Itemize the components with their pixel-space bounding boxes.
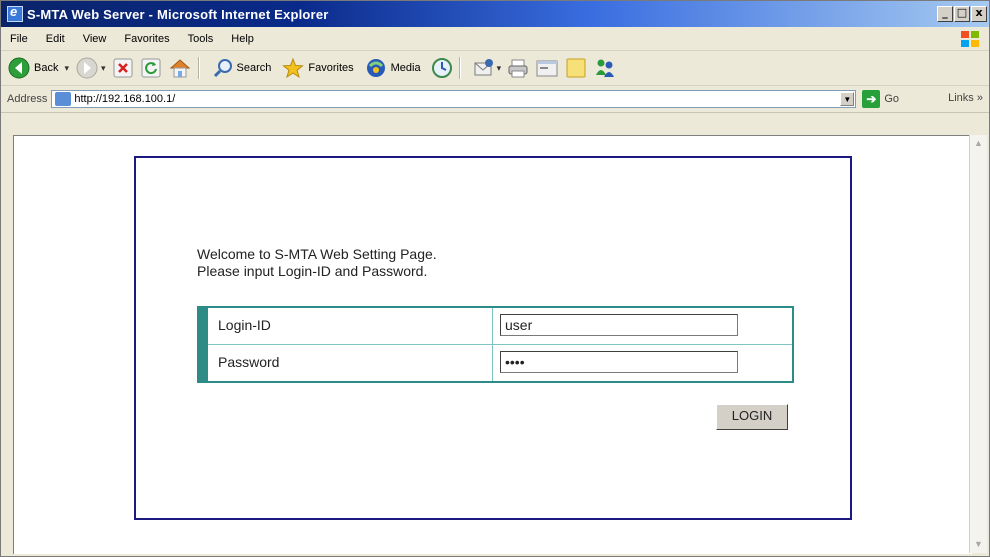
home-icon <box>169 59 190 78</box>
address-bar: Address http://192.168.100.1/ ▼ ➔ Go Lin… <box>1 86 989 113</box>
menu-bar: File Edit View Favorites Tools Help <box>1 28 989 51</box>
minimize-button[interactable]: _ <box>937 6 953 22</box>
forward-arrow-icon <box>76 57 98 79</box>
scroll-down-icon[interactable]: ▼ <box>970 536 987 553</box>
page-icon <box>55 92 72 106</box>
password-label: Password <box>218 354 280 370</box>
window-controls: _ □ x <box>937 6 987 22</box>
messenger-icon <box>596 59 615 77</box>
cell-divider <box>492 345 493 381</box>
welcome-line-1: Welcome to S-MTA Web Setting Page. <box>197 246 437 262</box>
edit-button[interactable] <box>535 57 559 79</box>
print-button[interactable] <box>507 57 529 79</box>
back-label: Back <box>34 62 59 74</box>
links-label: Links <box>948 92 974 104</box>
standard-toolbar: Back ▾ ▾ Search Favorites Media ▾ <box>1 51 989 86</box>
discuss-button[interactable] <box>565 57 587 79</box>
media-button[interactable]: Media <box>364 57 425 79</box>
password-input[interactable]: •••• <box>500 351 738 373</box>
go-arrow-icon: ➔ <box>862 90 881 108</box>
maximize-button[interactable]: □ <box>954 6 970 22</box>
browser-window: S-MTA Web Server - Microsoft Internet Ex… <box>0 0 990 557</box>
menu-tools[interactable]: Tools <box>179 33 223 45</box>
printer-icon <box>508 59 528 78</box>
menu-file[interactable]: File <box>1 33 37 45</box>
menu-help[interactable]: Help <box>222 33 263 45</box>
login-panel: Welcome to S-MTA Web Setting Page. Pleas… <box>134 156 852 520</box>
back-arrow-icon <box>8 57 30 79</box>
history-button[interactable] <box>431 57 453 79</box>
favorites-button[interactable]: Favorites <box>281 57 357 79</box>
toolbar-divider <box>458 57 461 79</box>
star-icon <box>282 57 305 79</box>
title-bar: S-MTA Web Server - Microsoft Internet Ex… <box>1 1 989 27</box>
mail-icon <box>474 59 493 76</box>
note-icon <box>566 58 586 78</box>
scroll-up-icon[interactable]: ▲ <box>970 135 987 152</box>
cell-divider <box>492 308 493 344</box>
media-label: Media <box>390 62 421 74</box>
mail-button[interactable]: ▾ <box>473 57 502 79</box>
go-label: Go <box>884 93 900 105</box>
vertical-scrollbar[interactable]: ▲ ▼ <box>969 135 987 553</box>
address-dropdown-icon[interactable]: ▼ <box>840 92 855 106</box>
forward-button[interactable]: ▾ <box>75 56 106 80</box>
chevron-down-icon[interactable]: ▾ <box>101 63 106 74</box>
refresh-button[interactable] <box>140 57 162 79</box>
toolbar-divider <box>197 57 200 79</box>
password-row: Password •••• <box>208 345 792 381</box>
search-button[interactable]: Search <box>212 57 276 79</box>
login-form-table: Login-ID user Password •••• <box>197 306 794 383</box>
menu-edit[interactable]: Edit <box>37 33 74 45</box>
favorites-label: Favorites <box>308 62 354 74</box>
media-icon <box>366 59 385 77</box>
home-button[interactable] <box>168 57 192 79</box>
back-button[interactable]: Back ▾ <box>7 56 69 80</box>
welcome-line-2: Please input Login-ID and Password. <box>197 263 428 279</box>
search-icon <box>213 59 232 78</box>
address-label: Address <box>7 93 48 105</box>
windows-logo-icon <box>961 31 979 47</box>
go-button[interactable]: ➔ Go <box>862 90 899 108</box>
ie-icon <box>7 4 23 22</box>
login-id-input[interactable]: user <box>500 314 738 336</box>
page-content: Welcome to S-MTA Web Setting Page. Pleas… <box>13 135 972 554</box>
address-url[interactable]: http://192.168.100.1/ <box>74 93 175 105</box>
login-id-row: Login-ID user <box>208 308 792 345</box>
links-button[interactable]: Links » <box>948 92 983 104</box>
menu-favorites[interactable]: Favorites <box>115 33 178 45</box>
refresh-icon <box>141 58 161 78</box>
chevron-right-icon: » <box>976 92 983 104</box>
history-icon <box>431 58 452 78</box>
stop-button[interactable] <box>112 57 134 79</box>
login-id-label: Login-ID <box>218 317 271 333</box>
messenger-button[interactable] <box>593 57 617 79</box>
menu-view[interactable]: View <box>74 33 116 45</box>
edit-page-icon <box>536 60 558 77</box>
window-title: S-MTA Web Server - Microsoft Internet Ex… <box>27 6 329 22</box>
search-label: Search <box>236 62 272 74</box>
welcome-text: Welcome to S-MTA Web Setting Page. Pleas… <box>197 246 437 280</box>
chevron-down-icon[interactable]: ▾ <box>64 63 69 74</box>
login-button[interactable]: LOGIN <box>716 404 788 430</box>
address-input[interactable]: http://192.168.100.1/ ▼ <box>51 90 857 108</box>
close-button[interactable]: x <box>971 6 987 22</box>
form-accent-stripe <box>199 308 208 381</box>
chevron-down-icon[interactable]: ▾ <box>497 63 502 74</box>
stop-icon <box>113 58 133 78</box>
